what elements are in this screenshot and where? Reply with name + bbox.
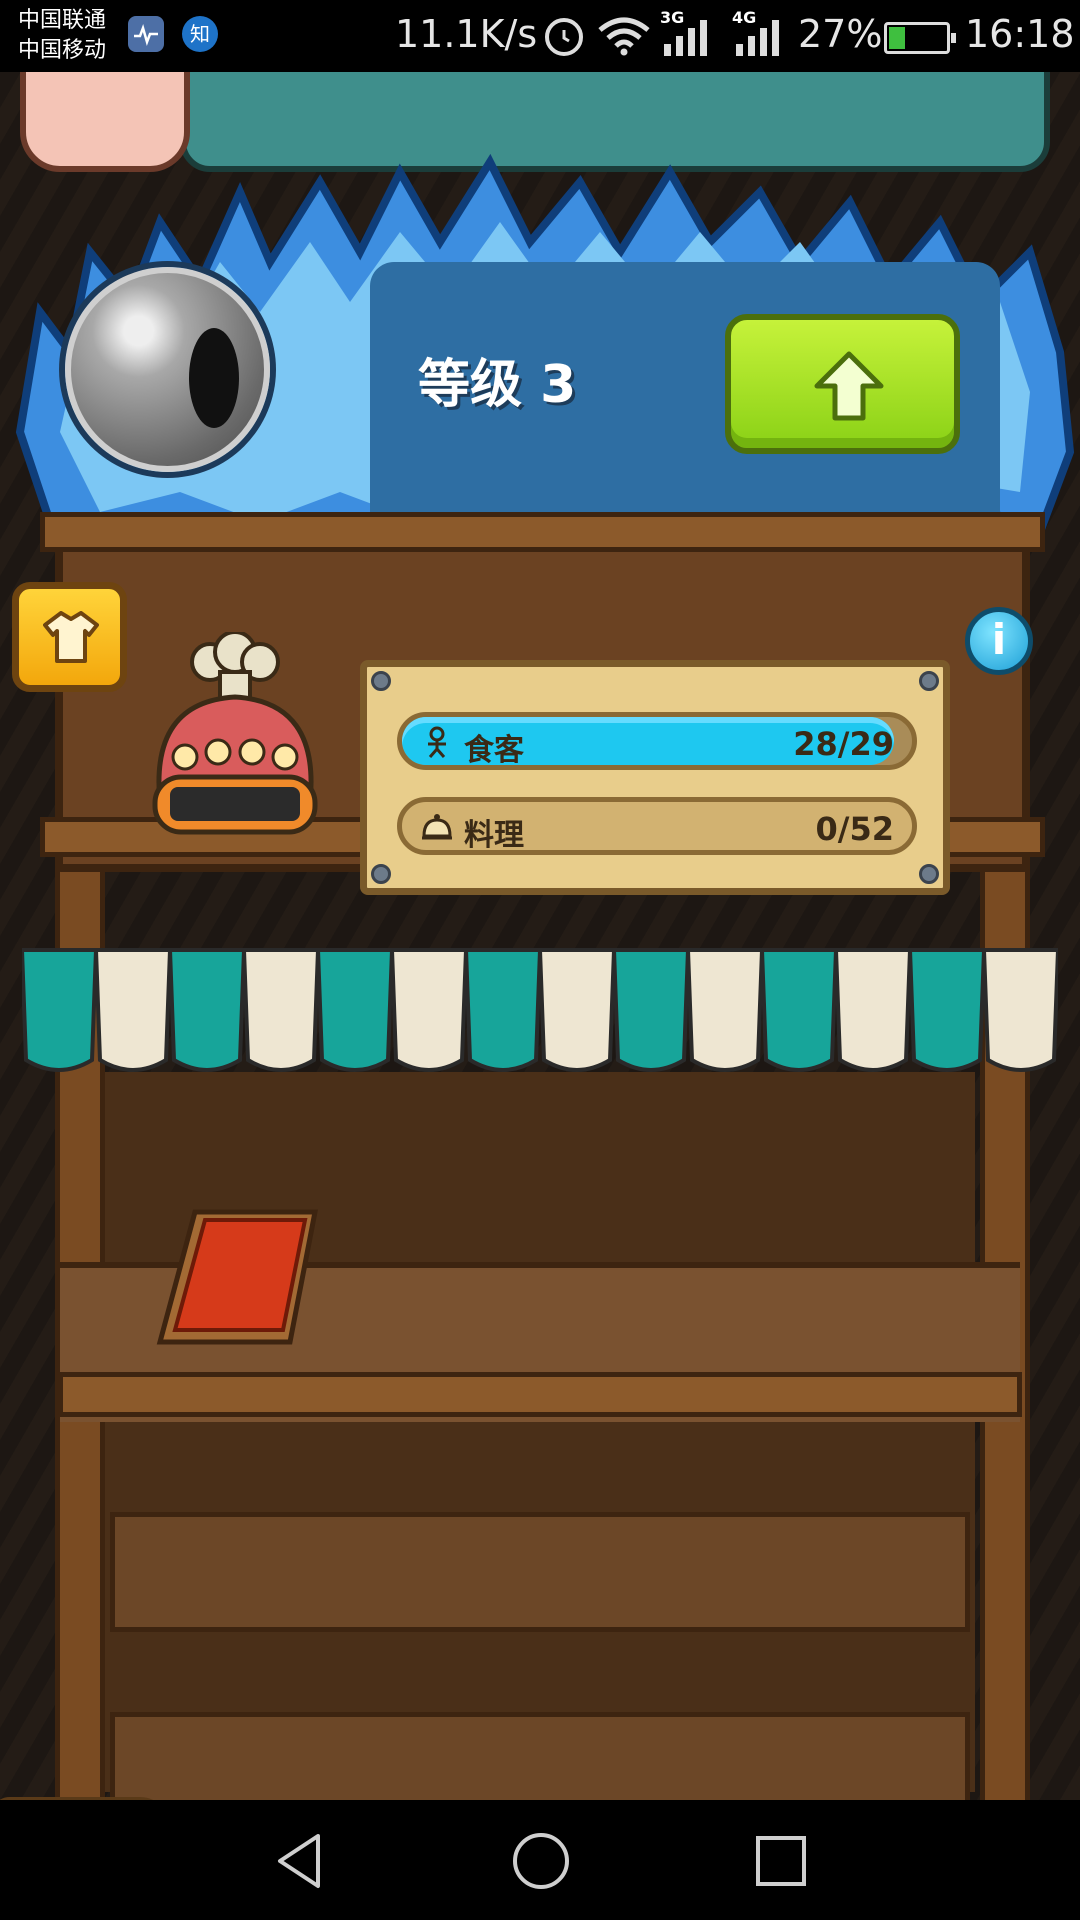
system-nav-bar (0, 1800, 1080, 1920)
awning-stripe (167, 948, 247, 1072)
awning-stripe (93, 948, 173, 1072)
cloche-icon (422, 814, 452, 840)
recent-apps-icon[interactable] (750, 1830, 812, 1892)
chef-monster-avatar[interactable] (140, 632, 330, 842)
alarm-icon (545, 18, 583, 56)
diners-value: 28/29 (793, 725, 894, 763)
dishes-bar[interactable]: 料理 0/52 (397, 797, 917, 855)
stall-shelf-back (105, 1072, 975, 1792)
awning-stripe (759, 948, 839, 1072)
panel-bolt (919, 671, 939, 691)
panel-bolt (371, 671, 391, 691)
panel-bolt (371, 864, 391, 884)
awning-stripe (241, 948, 321, 1072)
counter-lip (58, 1372, 1022, 1417)
dishes-label: 料理 (464, 818, 524, 853)
info-button[interactable]: i (965, 607, 1033, 675)
status-bar: 中国联通 中国移动 知 11.1K/s 3G 4G 27% 16:18 (0, 0, 1080, 72)
red-dish-tray[interactable] (155, 1202, 320, 1352)
zhihu-icon: 知 (182, 16, 218, 52)
awning-stripe (389, 948, 469, 1072)
striped-awning (22, 948, 1058, 1072)
lower-shelf (110, 1512, 970, 1632)
awning-stripe (833, 948, 913, 1072)
awning-stripe (981, 948, 1058, 1072)
awning-stripe (685, 948, 765, 1072)
level-label: 等级 3 (418, 355, 577, 415)
stats-panel: 食客 28/29 料理 0/52 (360, 660, 950, 895)
network-speed: 11.1K/s (395, 12, 538, 56)
carrier-primary: 中国联通 (18, 8, 107, 33)
diners-label: 食客 (464, 733, 524, 768)
signal-3g-icon (664, 20, 707, 56)
awning-stripe (611, 948, 691, 1072)
diners-bar[interactable]: 食客 28/29 (397, 712, 917, 770)
bottom-shelf (110, 1712, 970, 1800)
outfit-button[interactable] (12, 582, 127, 692)
dishes-value: 0/52 (815, 810, 894, 848)
diner-person-icon (428, 726, 446, 758)
awning-stripe (463, 948, 543, 1072)
awning-stripe (22, 948, 99, 1072)
awning-stripe (537, 948, 617, 1072)
panel-bolt (919, 864, 939, 884)
stall-top-beam (40, 512, 1045, 552)
awning-stripe (315, 948, 395, 1072)
home-icon[interactable] (510, 1830, 572, 1892)
upgrade-button[interactable] (725, 314, 960, 454)
carrier-secondary: 中国移动 (18, 38, 107, 63)
up-arrow-icon (814, 351, 884, 421)
battery-percent: 27% (798, 12, 883, 56)
awning-stripe (907, 948, 987, 1072)
crystal-orb-icon[interactable] (65, 267, 270, 472)
back-icon[interactable] (270, 1830, 332, 1892)
signal-4g-icon (736, 20, 779, 56)
shirt-icon (43, 611, 99, 663)
wifi-icon (598, 17, 650, 56)
game-canvas[interactable]: 等级 3 i 食客 28/29 料理 0/52 (0, 72, 1080, 1800)
clock: 16:18 (965, 12, 1075, 56)
health-icon (128, 16, 164, 52)
battery-icon (884, 22, 956, 54)
